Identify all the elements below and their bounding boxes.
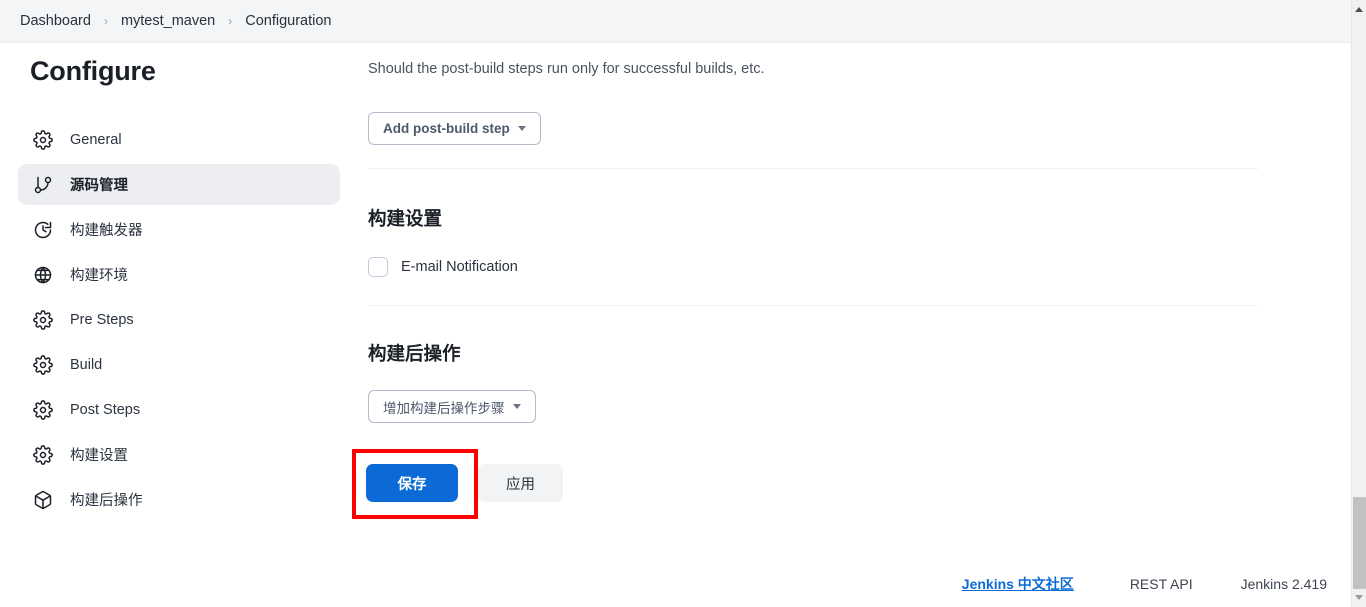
- sidebar-item-label: Build: [70, 357, 102, 373]
- email-notification-label: E-mail Notification: [401, 259, 518, 275]
- build-settings-title: 构建设置: [368, 205, 442, 231]
- breadcrumb-separator: ›: [95, 14, 117, 28]
- divider: [368, 168, 1258, 169]
- add-post-build-action-step-label: 增加构建后操作步骤: [383, 397, 505, 417]
- sidebar-item-label: 构建设置: [70, 444, 128, 465]
- package-icon: [32, 489, 54, 511]
- post-build-help-text: Should the post-build steps run only for…: [368, 61, 765, 77]
- gear-icon: [32, 129, 54, 151]
- post-build-actions-title: 构建后操作: [368, 340, 461, 366]
- sidebar-item-post-build-actions[interactable]: 构建后操作: [18, 479, 340, 520]
- sidebar-item-build[interactable]: Build: [18, 344, 340, 385]
- chevron-down-icon: [518, 126, 526, 131]
- vertical-scrollbar[interactable]: [1351, 0, 1366, 607]
- add-post-build-step-button[interactable]: Add post-build step: [368, 112, 541, 145]
- breadcrumb: Dashboard › mytest_maven › Configuration: [16, 0, 335, 42]
- sidebar-item-label: 构建触发器: [70, 219, 143, 240]
- git-branch-icon: [32, 174, 54, 196]
- email-notification-checkbox[interactable]: [368, 257, 388, 277]
- breadcrumb-item-configuration[interactable]: Configuration: [241, 11, 335, 31]
- save-button[interactable]: 保存: [366, 464, 458, 502]
- header-bar: Dashboard › mytest_maven › Configuration: [0, 0, 1351, 43]
- scrollbar-thumb[interactable]: [1353, 497, 1366, 589]
- sidebar-item-post-steps[interactable]: Post Steps: [18, 389, 340, 430]
- apply-button[interactable]: 应用: [478, 464, 563, 502]
- footer: Jenkins 中文社区 REST API Jenkins 2.419: [0, 560, 1351, 607]
- gear-icon: [32, 399, 54, 421]
- jenkins-community-link[interactable]: Jenkins 中文社区: [962, 574, 1074, 594]
- clock-icon: [32, 219, 54, 241]
- gear-icon: [32, 444, 54, 466]
- rest-api-link[interactable]: REST API: [1130, 576, 1193, 592]
- page-title: Configure: [30, 56, 156, 87]
- breadcrumb-item-dashboard[interactable]: Dashboard: [16, 11, 95, 31]
- email-notification-checkbox-row[interactable]: E-mail Notification: [368, 257, 518, 277]
- breadcrumb-separator: ›: [219, 14, 241, 28]
- breadcrumb-item-project[interactable]: mytest_maven: [117, 11, 219, 31]
- sidebar-item-build-triggers[interactable]: 构建触发器: [18, 209, 340, 250]
- sidebar-item-build-settings[interactable]: 构建设置: [18, 434, 340, 475]
- divider: [368, 305, 1258, 306]
- sidebar-item-label: 构建环境: [70, 264, 128, 285]
- sidebar-item-build-environment[interactable]: 构建环境: [18, 254, 340, 295]
- sidebar-item-label: Pre Steps: [70, 312, 134, 328]
- sidebar-nav: General 源码管理 构建触发器 构建环境: [18, 119, 340, 524]
- page-root: Dashboard › mytest_maven › Configuration…: [0, 0, 1351, 607]
- sidebar-item-label: General: [70, 132, 122, 148]
- gear-icon: [32, 309, 54, 331]
- sidebar: Configure General 源码管理 构建触发器: [0, 43, 348, 607]
- main-content: Should the post-build steps run only for…: [348, 43, 1351, 607]
- add-post-build-step-label: Add post-build step: [383, 121, 510, 136]
- sidebar-item-source-code-management[interactable]: 源码管理: [18, 164, 340, 205]
- sidebar-item-label: 构建后操作: [70, 489, 143, 510]
- scroll-up-arrow-icon[interactable]: [1352, 2, 1366, 17]
- sidebar-item-label: 源码管理: [70, 174, 128, 195]
- globe-icon: [32, 264, 54, 286]
- sidebar-item-pre-steps[interactable]: Pre Steps: [18, 299, 340, 340]
- sidebar-item-general[interactable]: General: [18, 119, 340, 160]
- sidebar-item-label: Post Steps: [70, 402, 140, 418]
- chevron-down-icon: [513, 404, 521, 409]
- scroll-down-arrow-icon[interactable]: [1352, 590, 1366, 605]
- gear-icon: [32, 354, 54, 376]
- add-post-build-action-step-button[interactable]: 增加构建后操作步骤: [368, 390, 536, 423]
- jenkins-version-label: Jenkins 2.419: [1241, 576, 1327, 592]
